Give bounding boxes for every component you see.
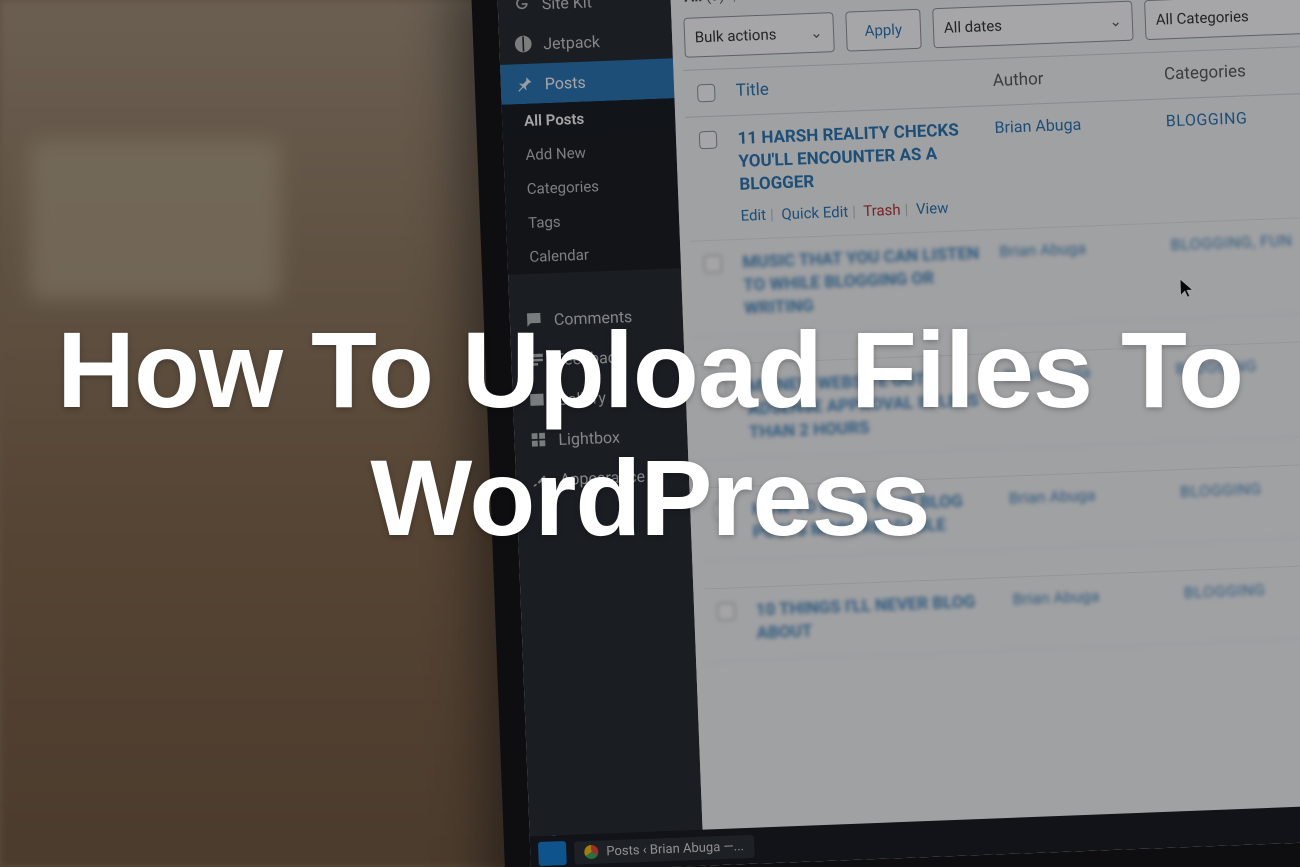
row-checkbox[interactable]: [703, 254, 722, 273]
laptop-frame: Site Kit Jetpack Posts All Posts Add New…: [470, 0, 1300, 867]
sidebar-item-label: Gallery: [557, 388, 607, 409]
sidebar-item-feedback[interactable]: Feedback: [511, 334, 685, 381]
mouse-cursor-icon: [1177, 276, 1196, 301]
author-link[interactable]: Brian Abuga: [1012, 587, 1099, 609]
view-link[interactable]: View: [916, 199, 949, 218]
sidebar-item-lightbox[interactable]: Lightbox: [514, 414, 688, 461]
author-link[interactable]: Brian Abuga: [999, 238, 1086, 260]
wp-content-area: All (9) | Published (9) | Trash (2) Bulk…: [669, 0, 1300, 866]
category-link[interactable]: BLOGGING: [1184, 580, 1266, 602]
header-title[interactable]: Title: [735, 80, 769, 101]
row-checkbox[interactable]: [713, 502, 732, 521]
header-author[interactable]: Author: [992, 69, 1043, 91]
categories-select[interactable]: All Categories: [1144, 0, 1300, 40]
chevron-down-icon: ⌄: [810, 24, 823, 42]
post-title-link[interactable]: 11 HARSH REALITY CHECKS YOU'LL ENCOUNTER…: [737, 119, 981, 197]
status-published-count: (9): [813, 0, 832, 1]
g-icon: [511, 0, 532, 14]
sidebar-item-jetpack[interactable]: Jetpack: [499, 18, 673, 65]
sidebar-item-label: Appearance: [560, 466, 646, 488]
category-link[interactable]: BLOGGING: [1180, 479, 1262, 501]
sidebar-item-label: Feedback: [555, 347, 625, 369]
row-checkbox[interactable]: [716, 603, 735, 622]
author-link[interactable]: Brian Abuga: [1004, 362, 1091, 384]
taskbar-tab-title: Posts ‹ Brian Abuga —...: [606, 839, 744, 859]
sidebar-item-label: Site Kit: [541, 0, 592, 13]
sidebar-item-label: Posts: [544, 72, 586, 93]
dates-select[interactable]: All dates ⌄: [932, 1, 1133, 49]
row-checkbox[interactable]: [698, 131, 717, 150]
dates-label: All dates: [944, 17, 1003, 37]
gallery-icon: [527, 389, 548, 410]
status-all-count: (9): [706, 0, 725, 5]
sidebar-item-gallery[interactable]: Gallery: [512, 374, 686, 421]
row-actions: Edit| Quick Edit| Trash| View: [740, 197, 982, 224]
taskbar-tab-chrome[interactable]: Posts ‹ Brian Abuga —...: [574, 834, 754, 864]
sidebar-item-posts[interactable]: Posts: [500, 58, 674, 105]
sidebar-item-appearance[interactable]: Appearance: [515, 454, 689, 501]
laptop-screen: Site Kit Jetpack Posts All Posts Add New…: [497, 0, 1300, 867]
start-button[interactable]: [538, 841, 567, 866]
post-title-link[interactable]: MY NEW WEBSITE GOT ADSENSE APPROVAL IN L…: [747, 366, 991, 444]
trash-link[interactable]: Trash: [863, 200, 901, 219]
jetpack-icon: [513, 34, 534, 55]
categories-label: All Categories: [1155, 7, 1249, 29]
chrome-icon: [584, 845, 599, 860]
author-link[interactable]: Brian Abuga: [994, 115, 1081, 137]
category-link[interactable]: BLOGGING: [1165, 108, 1247, 130]
status-published[interactable]: Published: [743, 0, 810, 4]
category-link[interactable]: BLOGGING, FUN: [1170, 230, 1292, 254]
category-link[interactable]: BLOGGING: [1175, 356, 1257, 378]
select-all-checkbox[interactable]: [697, 84, 716, 103]
row-checkbox[interactable]: [708, 378, 727, 397]
sidebar-item-label: Lightbox: [558, 427, 620, 448]
author-link[interactable]: Brian Abuga: [1008, 486, 1095, 508]
bulk-actions-select[interactable]: Bulk actions ⌄: [683, 12, 834, 58]
brush-icon: [530, 469, 551, 490]
header-categories[interactable]: Categories: [1164, 61, 1247, 84]
pin-icon: [514, 74, 535, 95]
edit-link[interactable]: Edit: [740, 206, 766, 225]
post-title-link[interactable]: 10 THINGS I'LL NEVER BLOG ABOUT: [755, 591, 998, 646]
lightbox-icon: [528, 429, 549, 450]
feedback-icon: [525, 349, 546, 370]
comment-icon: [523, 309, 544, 330]
table-row: 11 HARSH REALITY CHECKS YOU'LL ENCOUNTER…: [685, 92, 1300, 241]
desk-object: [30, 140, 280, 300]
post-title-link[interactable]: MUSIC THAT YOU CAN LISTEN TO WHILE BLOGG…: [742, 242, 986, 320]
chevron-down-icon: ⌄: [1109, 12, 1122, 30]
posts-submenu: All Posts Add New Categories Tags Calend…: [502, 98, 681, 275]
status-all[interactable]: All: [684, 0, 703, 6]
quick-edit-link[interactable]: Quick Edit: [781, 202, 848, 223]
wp-admin-sidebar: Site Kit Jetpack Posts All Posts Add New…: [497, 0, 704, 867]
posts-table: Title Author Categories 11 HARSH REALITY…: [683, 44, 1300, 662]
sidebar-item-label: Comments: [553, 307, 632, 329]
post-title-link[interactable]: HOW TO MAKE YOUR BLOG POSTS MORE READABL…: [752, 490, 995, 545]
sidebar-item-comments[interactable]: Comments: [509, 294, 683, 341]
bulk-actions-label: Bulk actions: [694, 25, 776, 46]
sidebar-item-label: Jetpack: [543, 32, 600, 53]
apply-button[interactable]: Apply: [845, 9, 922, 52]
